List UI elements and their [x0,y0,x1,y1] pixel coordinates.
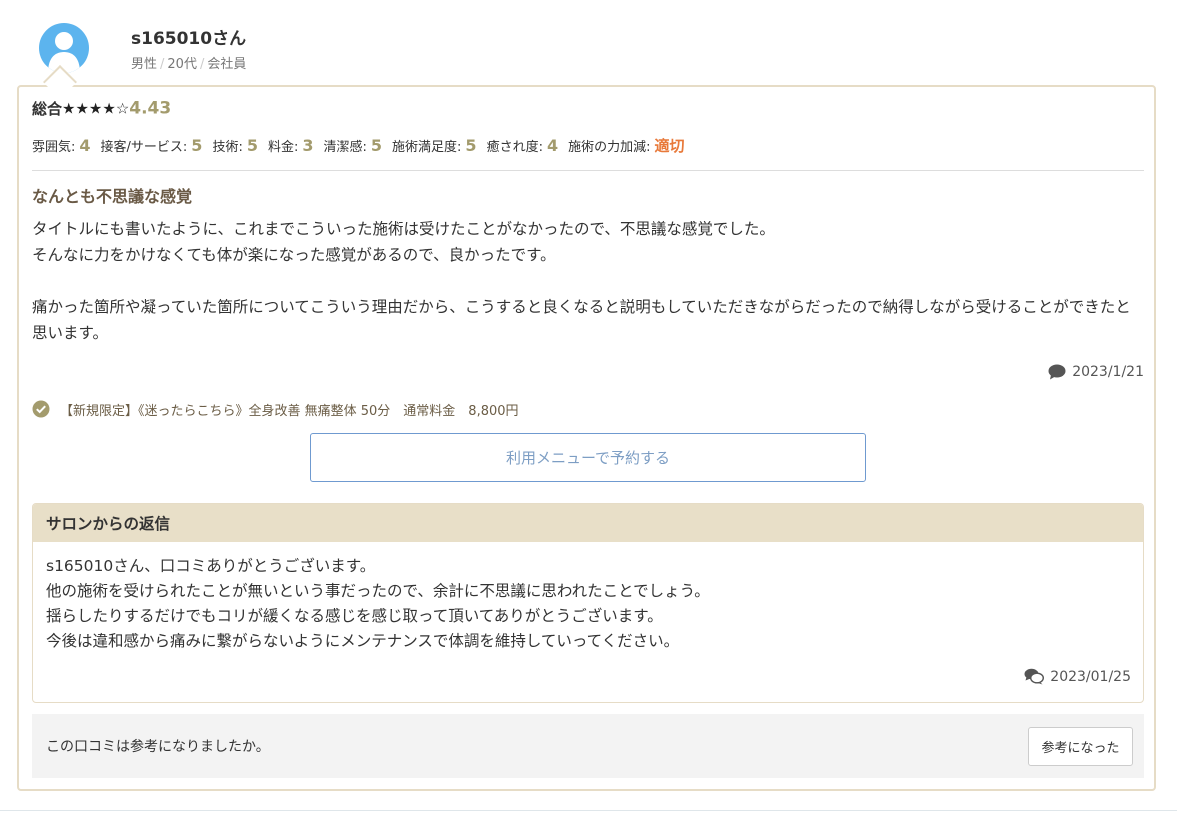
score-item: 清潔感: 5 [324,136,389,155]
salon-reply-text: s165010さん、口コミありがとうございます。 他の施術を受けられたことが無い… [46,557,710,650]
score-value: 適切 [654,137,685,155]
score-item: 技術: 5 [212,136,264,155]
salon-reply: サロンからの返信 s165010さん、口コミありがとうございます。 他の施術を受… [32,503,1144,703]
score-value: 5 [246,136,258,155]
overall-label: 総合 [32,100,63,118]
user-avatar [39,23,89,73]
helpful-question: この口コミは参考になりましたか。 [46,739,270,755]
category-scores: 雰囲気: 4 接客/サービス: 5 技術: 5 料金: 3 清潔感: 5 施術満足度: 5 癒され度: 4… [32,135,1144,155]
score-value: 5 [191,136,203,155]
score-item: 雰囲気: 4 [32,136,97,155]
score-item: 施術満足度: 5 [392,136,483,155]
score-label: 料金: [267,140,299,155]
speech-bubble-icon [1048,364,1066,380]
score-label: 施術の力加減: [568,140,651,155]
score-label: 癒され度: [486,140,543,155]
reply-date: 2023/01/25 [1024,668,1131,685]
score-item: 接客/サービス: 5 [101,136,209,155]
reply-date-text: 2023/01/25 [1050,668,1131,685]
double-speech-bubble-icon [1024,668,1045,685]
score-value: 4 [546,136,559,155]
score-value: 5 [370,136,383,155]
reviewer-age: 20代 [167,57,197,72]
score-value: 3 [302,136,314,155]
rating-star-empty-icon: ☆ [115,99,130,118]
score-value: 4 [79,136,91,155]
score-label: 清潔感: [323,140,367,155]
reviewer-job: 会社員 [207,57,247,72]
review-paragraph: 痛かった箇所や凝っていた箇所についてこういう理由だから、こうすると良くなると説明… [32,298,1131,342]
used-menu: 【新規限定】《迷ったらこちら》全身改善 無痛整体 50分 通常料金 8,800円 [32,398,519,420]
score-item: 施術の力加減: 適切 [568,135,690,156]
reviewer-name: s165010さん [131,29,247,49]
reviewer-gender: 男性 [131,57,158,72]
helpful-section: この口コミは参考になりましたか。 参考になった [32,714,1144,778]
review-body: タイトルにも書いたように、これまでこういった施術は受けたことがなかったので、不思… [32,216,1144,346]
book-with-menu-button[interactable]: 利用メニューで予約する [310,433,866,482]
salon-reply-header: サロンからの返信 [33,504,1143,542]
reviewer-meta: 男性/20代 / 会社員 [131,57,247,72]
score-label: 接客/サービス: [100,140,188,155]
salon-reply-body: s165010さん、口コミありがとうございます。 他の施術を受けられたことが無い… [46,554,1126,654]
score-item: 料金: 3 [268,136,320,155]
divider [32,170,1144,171]
score-label: 技術: [212,140,243,155]
score-item: 癒され度: 4 [487,136,565,155]
overall-score: 4.43 [129,98,172,119]
post-date: 2023/1/21 [1048,364,1144,380]
score-label: 雰囲気: [32,140,76,155]
user-silhouette-icon [48,32,80,73]
overall-rating: 総合★★★★☆4.43 [32,98,171,122]
page-divider [0,810,1177,811]
helpful-button[interactable]: 参考になった [1028,727,1133,766]
score-label: 施術満足度: [392,140,462,155]
review-title: なんとも不思議な感覚 [32,187,193,206]
score-value: 5 [465,136,477,155]
check-circle-icon [32,400,50,418]
post-date-text: 2023/1/21 [1072,364,1144,380]
used-menu-text: 【新規限定】《迷ったらこちら》全身改善 無痛整体 50分 通常料金 8,800円 [60,403,519,419]
review-paragraph: タイトルにも書いたように、これまでこういった施術は受けたことがなかったので、不思… [32,220,775,264]
rating-stars-filled-icon: ★★★★ [62,99,116,118]
